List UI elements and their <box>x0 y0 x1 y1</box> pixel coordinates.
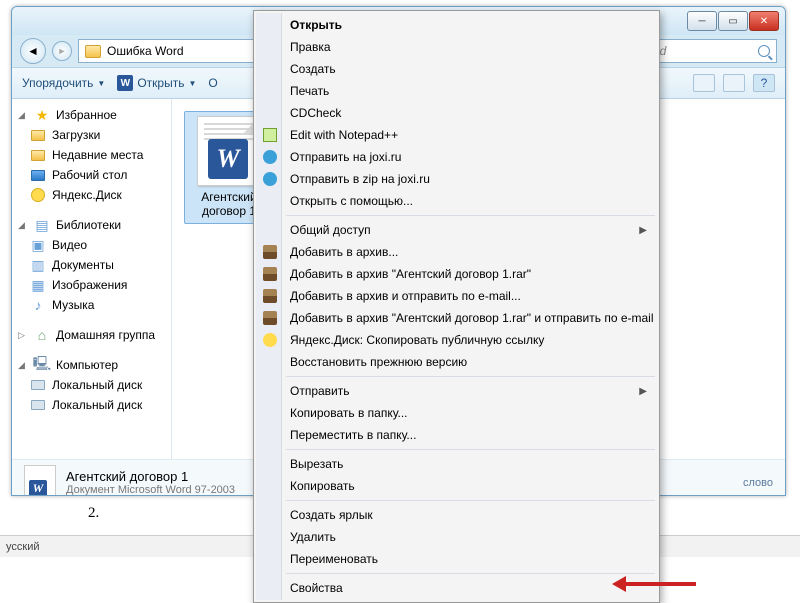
list-marker: 2. <box>88 505 99 522</box>
ctx-yadisk[interactable]: Яндекс.Диск: Скопировать публичную ссылк… <box>256 329 657 351</box>
window-controls: ─ ▭ ✕ <box>686 11 779 31</box>
ctx-print[interactable]: Печать <box>256 80 657 102</box>
sidebar-favorites[interactable]: ◢★Избранное <box>12 105 171 125</box>
ctx-rename[interactable]: Переименовать <box>256 548 657 570</box>
view-button[interactable] <box>693 74 715 92</box>
ctx-rar-add[interactable]: Добавить в архив... <box>256 241 657 263</box>
context-menu: Открыть Правка Создать Печать CDCheck Ed… <box>253 10 660 603</box>
ctx-delete[interactable]: Удалить <box>256 526 657 548</box>
library-icon: ▤ <box>34 217 50 233</box>
disk-icon <box>31 380 45 390</box>
sidebar-item-downloads[interactable]: Загрузки <box>12 125 171 145</box>
sidebar-item-disk[interactable]: Локальный диск <box>12 375 171 395</box>
winrar-icon <box>263 267 277 281</box>
ctx-sendto[interactable]: Отправить▶ <box>256 380 657 402</box>
minimize-button[interactable]: ─ <box>687 11 717 31</box>
computer-icon: 🖳 <box>34 357 50 373</box>
arrow-left-icon: ◄ <box>27 44 39 58</box>
desktop-icon <box>31 170 45 181</box>
sidebar-item-pictures[interactable]: ▦Изображения <box>12 275 171 295</box>
ctx-notepadpp[interactable]: Edit with Notepad++ <box>256 124 657 146</box>
disk-icon <box>31 400 45 410</box>
arrow-right-icon: ► <box>58 46 67 56</box>
sidebar-item-desktop[interactable]: Рабочий стол <box>12 165 171 185</box>
sidebar-item-documents[interactable]: ▥Документы <box>12 255 171 275</box>
annotation-arrow <box>616 576 696 592</box>
details-subtitle: Документ Microsoft Word 97-2003 <box>66 484 235 496</box>
star-icon: ★ <box>34 107 50 123</box>
maximize-button[interactable]: ▭ <box>718 11 748 31</box>
toolbar-item[interactable]: О <box>208 76 217 90</box>
sidebar-item-yadisk[interactable]: Яндекс.Диск <box>12 185 171 205</box>
ctx-openwith[interactable]: Открыть с помощью... <box>256 190 657 212</box>
organize-button[interactable]: Упорядочить▼ <box>22 76 105 90</box>
details-title: Агентский договор 1 <box>66 469 235 484</box>
ctx-create[interactable]: Создать <box>256 58 657 80</box>
submenu-arrow-icon: ▶ <box>639 386 647 397</box>
ctx-cut[interactable]: Вырезать <box>256 453 657 475</box>
winrar-icon <box>263 311 277 325</box>
search-input[interactable]: ord <box>642 39 777 63</box>
close-button[interactable]: ✕ <box>749 11 779 31</box>
ctx-copy[interactable]: Копировать <box>256 475 657 497</box>
pictures-icon: ▦ <box>30 277 46 293</box>
chevron-down-icon: ▼ <box>97 79 105 88</box>
sidebar-item-video[interactable]: ▣Видео <box>12 235 171 255</box>
ctx-joxi-send[interactable]: Отправить на joxi.ru <box>256 146 657 168</box>
chevron-down-icon: ▼ <box>188 79 196 88</box>
ctx-rar-email-named[interactable]: Добавить в архив "Агентский договор 1.ra… <box>256 307 657 329</box>
sidebar-homegroup[interactable]: ▷⌂Домашняя группа <box>12 325 171 345</box>
music-icon: ♪ <box>30 297 46 313</box>
winrar-icon <box>263 245 277 259</box>
folder-icon <box>31 150 45 161</box>
sidebar-libraries[interactable]: ◢▤Библиотеки <box>12 215 171 235</box>
sidebar-item-disk[interactable]: Локальный диск <box>12 395 171 415</box>
word-doc-icon <box>24 465 56 497</box>
ctx-share[interactable]: Общий доступ▶ <box>256 219 657 241</box>
ctx-restore[interactable]: Восстановить прежнюю версию <box>256 351 657 373</box>
address-text: Ошибка Word <box>107 44 184 58</box>
details-meta: слово <box>743 477 773 489</box>
sidebar-item-recent[interactable]: Недавние места <box>12 145 171 165</box>
joxi-icon <box>263 150 277 164</box>
sidebar-item-music[interactable]: ♪Музыка <box>12 295 171 315</box>
ctx-properties[interactable]: Свойства <box>256 577 657 599</box>
ctx-rar-add-named[interactable]: Добавить в архив "Агентский договор 1.ra… <box>256 263 657 285</box>
ctx-copyto[interactable]: Копировать в папку... <box>256 402 657 424</box>
yandex-disk-icon <box>263 333 277 347</box>
help-button[interactable]: ? <box>753 74 775 92</box>
folder-icon <box>85 45 101 58</box>
search-icon <box>758 45 770 57</box>
ctx-moveto[interactable]: Переместить в папку... <box>256 424 657 446</box>
ctx-edit[interactable]: Правка <box>256 36 657 58</box>
sidebar-computer[interactable]: ◢🖳Компьютер <box>12 355 171 375</box>
notepadpp-icon <box>263 128 277 142</box>
winrar-icon <box>263 289 277 303</box>
submenu-arrow-icon: ▶ <box>639 225 647 236</box>
open-button[interactable]: W Открыть▼ <box>117 75 196 91</box>
ctx-shortcut[interactable]: Создать ярлык <box>256 504 657 526</box>
ctx-rar-email[interactable]: Добавить в архив и отправить по e-mail..… <box>256 285 657 307</box>
joxi-icon <box>263 172 277 186</box>
word-doc-icon: W <box>197 116 261 186</box>
yandex-disk-icon <box>31 188 45 202</box>
nav-pane: ◢★Избранное Загрузки Недавние места Рабо… <box>12 99 172 459</box>
back-button[interactable]: ◄ <box>20 38 46 64</box>
preview-button[interactable] <box>723 74 745 92</box>
folder-icon <box>31 130 45 141</box>
word-icon: W <box>117 75 133 91</box>
homegroup-icon: ⌂ <box>34 327 50 343</box>
forward-button[interactable]: ► <box>52 41 72 61</box>
ctx-joxi-zip[interactable]: Отправить в zip на joxi.ru <box>256 168 657 190</box>
ctx-cdcheck[interactable]: CDCheck <box>256 102 657 124</box>
video-icon: ▣ <box>30 237 46 253</box>
documents-icon: ▥ <box>30 257 46 273</box>
ctx-open[interactable]: Открыть <box>256 14 657 36</box>
